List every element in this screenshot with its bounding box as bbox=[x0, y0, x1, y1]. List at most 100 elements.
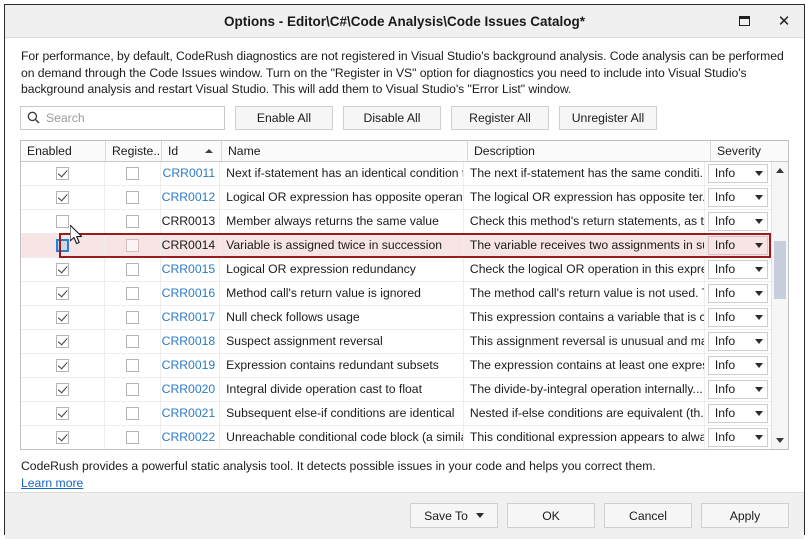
chevron-down-icon bbox=[754, 290, 763, 296]
registered-checkbox[interactable] bbox=[125, 358, 139, 372]
column-header-description[interactable]: Description bbox=[468, 140, 711, 161]
save-to-button[interactable]: Save To bbox=[410, 503, 498, 529]
enabled-checkbox[interactable] bbox=[56, 286, 70, 300]
table-row[interactable]: CRR0011 Next if-statement has an identica… bbox=[21, 161, 771, 186]
enabled-checkbox[interactable] bbox=[56, 262, 70, 276]
unregister-all-button[interactable]: Unregister All bbox=[559, 105, 657, 130]
disable-all-button[interactable]: Disable All bbox=[343, 105, 441, 130]
cell-id: CRR0022 bbox=[161, 425, 221, 449]
severity-dropdown[interactable]: Info bbox=[707, 187, 768, 207]
table-row[interactable]: CRR0018 Suspect assignment reversal This a… bbox=[21, 329, 771, 354]
severity-dropdown[interactable]: Info bbox=[707, 307, 768, 327]
enabled-checkbox[interactable] bbox=[56, 334, 70, 348]
chevron-up-icon bbox=[776, 167, 784, 173]
search-icon bbox=[27, 111, 40, 124]
scrollbar-track[interactable] bbox=[772, 179, 789, 432]
table-row[interactable]: CRR0012 Logical OR expression has opposit… bbox=[21, 185, 771, 210]
issue-id: CRR0015 bbox=[161, 262, 216, 277]
enabled-checkbox[interactable] bbox=[56, 430, 70, 444]
column-header-id[interactable]: Id bbox=[162, 140, 222, 161]
enabled-checkbox[interactable] bbox=[56, 382, 70, 396]
table-row[interactable]: CRR0016 Method call's return value is ign… bbox=[21, 281, 771, 306]
severity-dropdown[interactable]: Info bbox=[707, 331, 768, 351]
registered-checkbox[interactable] bbox=[125, 334, 139, 348]
cancel-button[interactable]: Cancel bbox=[604, 503, 692, 529]
severity-dropdown[interactable]: Info bbox=[707, 379, 768, 399]
severity-dropdown[interactable]: Info bbox=[707, 163, 768, 183]
registered-checkbox[interactable] bbox=[125, 214, 139, 228]
severity-dropdown[interactable]: Info bbox=[707, 355, 768, 375]
enabled-checkbox[interactable] bbox=[56, 310, 70, 324]
registered-checkbox[interactable] bbox=[125, 166, 139, 180]
search-box[interactable] bbox=[20, 105, 225, 130]
cell-severity: Info bbox=[705, 162, 771, 185]
cell-name: Variable is assigned twice in succession bbox=[220, 233, 464, 257]
severity-dropdown[interactable]: Info bbox=[707, 259, 768, 279]
enabled-checkbox[interactable] bbox=[56, 166, 70, 180]
intro-text: For performance, by default, CodeRush di… bbox=[21, 49, 784, 97]
enabled-checkbox[interactable] bbox=[56, 406, 70, 420]
restore-button[interactable] bbox=[724, 6, 764, 37]
severity-value: Info bbox=[714, 430, 736, 445]
table-row[interactable]: CRR0013 Member always returns the same va… bbox=[21, 209, 771, 234]
severity-dropdown[interactable]: Info bbox=[707, 427, 768, 447]
registered-checkbox[interactable] bbox=[125, 430, 139, 444]
learn-more-link[interactable]: Learn more bbox=[21, 476, 83, 490]
window-title: Options - Editor\C#\Code Analysis\Code I… bbox=[223, 13, 586, 29]
table-row[interactable]: CRR0019 Expression contains redundant sub… bbox=[21, 353, 771, 378]
scroll-up-button[interactable] bbox=[772, 162, 789, 179]
scrollbar-thumb[interactable] bbox=[773, 240, 786, 299]
cell-description: The expression contains at least one exp… bbox=[464, 353, 705, 377]
chevron-down-icon bbox=[754, 410, 763, 416]
issue-id: CRR0021 bbox=[161, 406, 216, 421]
registered-checkbox[interactable] bbox=[125, 262, 139, 276]
severity-dropdown[interactable]: Info bbox=[707, 283, 768, 303]
apply-button[interactable]: Apply bbox=[701, 503, 789, 529]
table-row[interactable]: CRR0020 Integral divide operation cast to… bbox=[21, 377, 771, 402]
column-header-registered[interactable]: Registe... bbox=[106, 140, 162, 161]
severity-dropdown[interactable]: Info bbox=[707, 235, 768, 255]
cell-registered bbox=[105, 377, 161, 401]
register-all-button[interactable]: Register All bbox=[451, 105, 549, 130]
severity-value: Info bbox=[714, 166, 736, 181]
scroll-down-button[interactable] bbox=[772, 432, 789, 449]
enabled-checkbox[interactable] bbox=[56, 238, 70, 252]
cell-severity: Info bbox=[705, 306, 771, 329]
table-row[interactable]: CRR0014 Variable is assigned twice in suc… bbox=[21, 232, 771, 258]
chevron-down-icon bbox=[754, 362, 763, 368]
issue-id: CRR0020 bbox=[161, 382, 216, 397]
cell-id: CRR0016 bbox=[161, 281, 221, 305]
severity-value: Info bbox=[714, 382, 736, 397]
severity-dropdown[interactable]: Info bbox=[707, 403, 768, 423]
registered-checkbox[interactable] bbox=[125, 286, 139, 300]
issue-id: CRR0019 bbox=[161, 358, 216, 373]
grid-vertical-scrollbar[interactable] bbox=[771, 161, 789, 449]
chevron-down-icon bbox=[776, 437, 784, 443]
table-row[interactable]: CRR0015 Logical OR expression redundancy C… bbox=[21, 257, 771, 282]
cell-enabled bbox=[21, 281, 106, 305]
severity-dropdown[interactable]: Info bbox=[707, 211, 768, 231]
table-row[interactable]: CRR0022 Unreachable conditional code bloc… bbox=[21, 425, 771, 449]
severity-value: Info bbox=[714, 262, 736, 277]
ok-button[interactable]: OK bbox=[507, 503, 595, 529]
registered-checkbox[interactable] bbox=[125, 382, 139, 396]
table-row[interactable]: CRR0017 Null check follows usage This expr… bbox=[21, 305, 771, 330]
enabled-checkbox[interactable] bbox=[56, 358, 70, 372]
grid-rows-area: CRR0011 Next if-statement has an identica… bbox=[21, 161, 789, 449]
enable-all-button[interactable]: Enable All bbox=[235, 105, 333, 130]
cell-registered bbox=[105, 353, 161, 377]
enabled-checkbox[interactable] bbox=[56, 190, 70, 204]
issue-id: CRR0013 bbox=[161, 214, 216, 229]
enabled-checkbox[interactable] bbox=[56, 214, 70, 228]
registered-checkbox[interactable] bbox=[125, 238, 139, 252]
close-button[interactable]: ✕ bbox=[764, 6, 804, 37]
cell-description: Check this method's return statements, a… bbox=[464, 209, 705, 233]
registered-checkbox[interactable] bbox=[125, 406, 139, 420]
column-header-enabled[interactable]: Enabled bbox=[21, 140, 106, 161]
search-input[interactable] bbox=[46, 110, 218, 125]
registered-checkbox[interactable] bbox=[125, 310, 139, 324]
column-header-name[interactable]: Name bbox=[222, 140, 468, 161]
table-row[interactable]: CRR0021 Subsequent else-if conditions are… bbox=[21, 401, 771, 426]
column-header-severity[interactable]: Severity bbox=[711, 141, 778, 161]
registered-checkbox[interactable] bbox=[125, 190, 139, 204]
